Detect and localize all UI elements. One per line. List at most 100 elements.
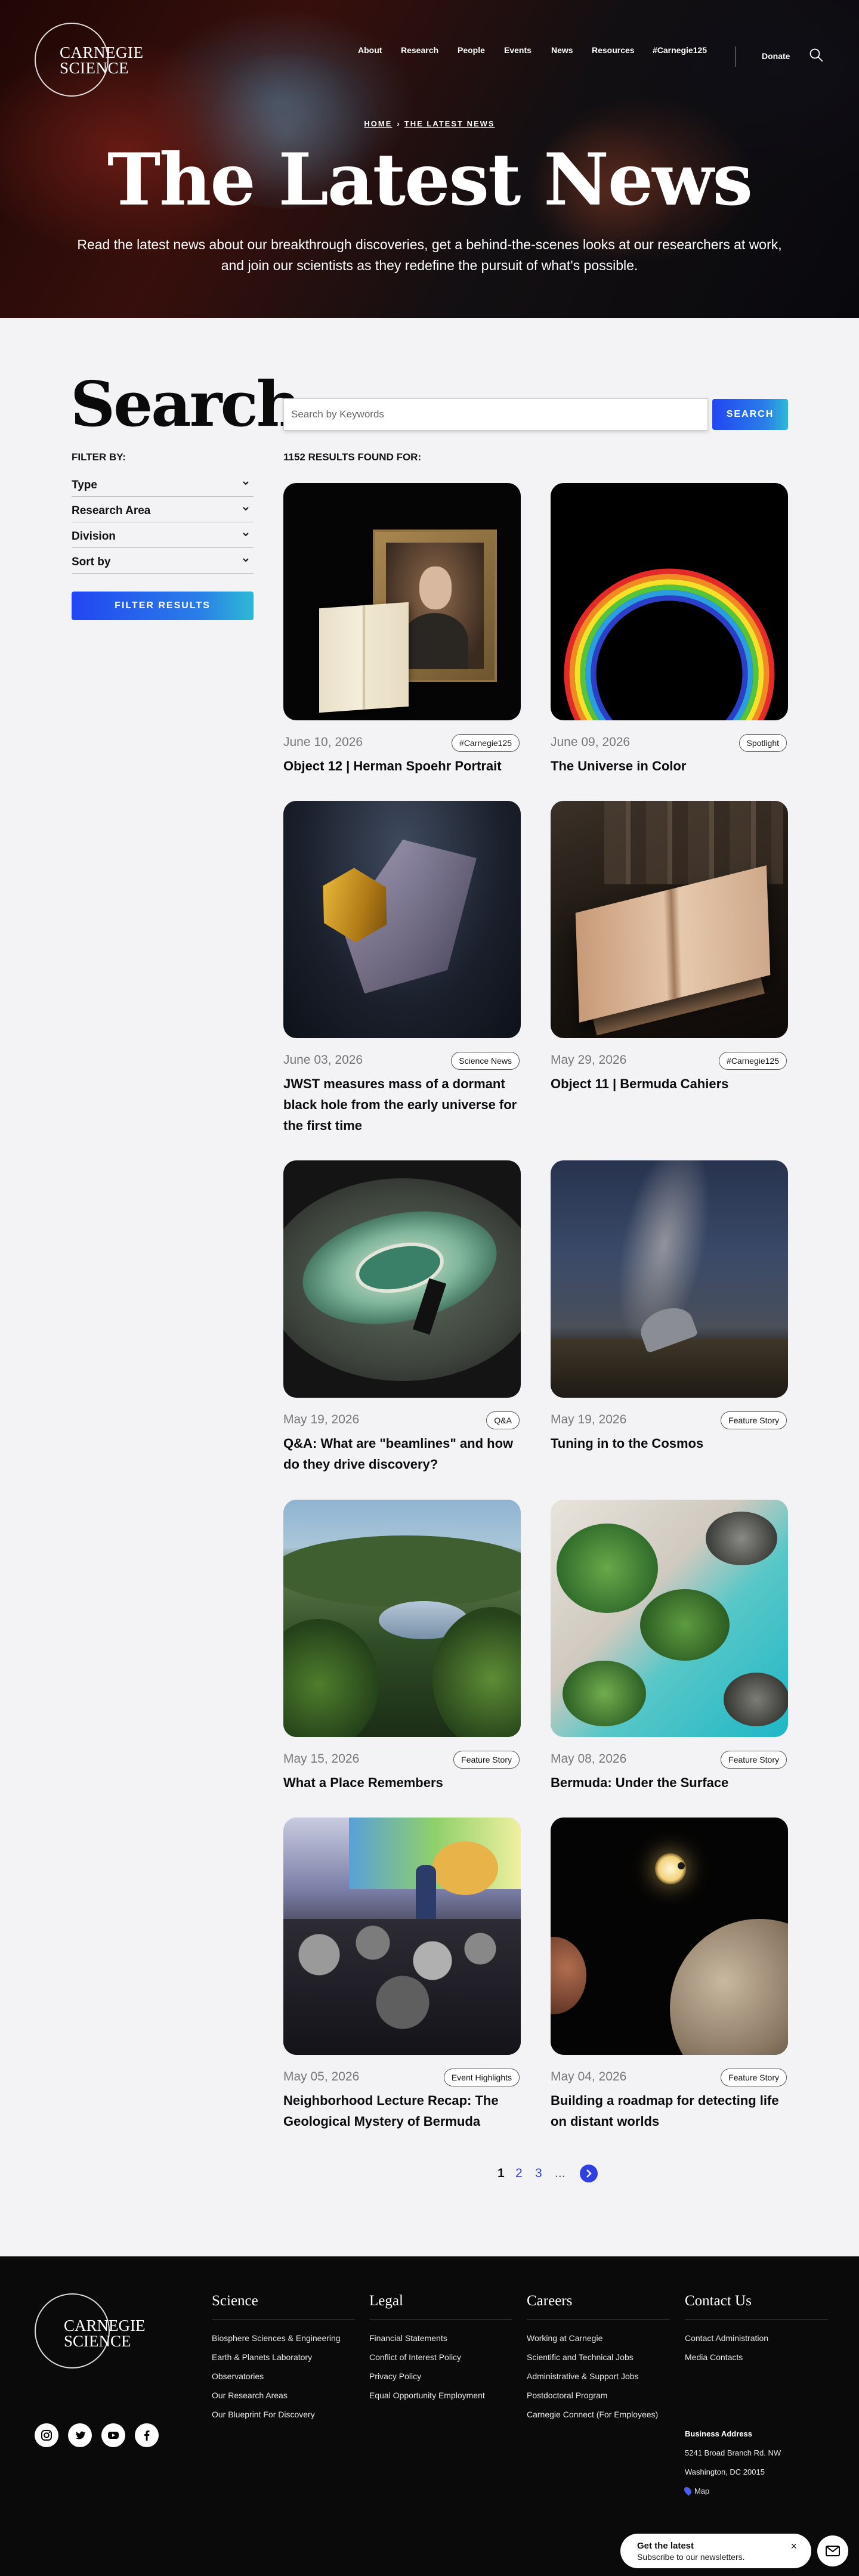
map-link[interactable]: Map bbox=[682, 2482, 781, 2501]
page-2[interactable]: 2 bbox=[515, 2165, 523, 2182]
nav-research[interactable]: Research bbox=[401, 45, 438, 55]
card-tag[interactable]: Q&A bbox=[486, 1411, 520, 1429]
card-tag[interactable]: Feature Story bbox=[721, 1751, 787, 1769]
footer-link[interactable]: Scientific and Technical Jobs bbox=[527, 2348, 670, 2367]
card-tag[interactable]: Feature Story bbox=[721, 2069, 787, 2086]
filter-sort-by[interactable]: Sort by bbox=[72, 549, 254, 574]
footer-heading: Science bbox=[212, 2292, 355, 2320]
card-date: May 05, 2026 bbox=[283, 2070, 360, 2083]
card-date: May 15, 2026 bbox=[283, 1752, 360, 1766]
card-image[interactable] bbox=[551, 801, 788, 1038]
card-image[interactable] bbox=[551, 1500, 788, 1737]
hero-subtitle-line2: and join our scientists as they redefine… bbox=[221, 258, 638, 273]
youtube-icon[interactable] bbox=[101, 2423, 125, 2447]
twitter-icon[interactable] bbox=[68, 2423, 92, 2447]
footer-logo-line1: CARNEGIE bbox=[64, 2317, 146, 2334]
card-title[interactable]: The Universe in Color bbox=[551, 756, 788, 776]
filter-research-area[interactable]: Research Area bbox=[72, 497, 254, 522]
footer-link[interactable]: Privacy Policy bbox=[369, 2367, 512, 2386]
footer-logo-text[interactable]: CARNEGIE SCIENCE bbox=[64, 2318, 146, 2349]
pagination: 1 2 3 ... bbox=[0, 2165, 859, 2182]
business-address: Business Address 5241 Broad Branch Rd. N… bbox=[682, 2425, 781, 2501]
next-page-button[interactable] bbox=[580, 2165, 598, 2182]
nav-events[interactable]: Events bbox=[504, 45, 532, 55]
card-title[interactable]: What a Place Remembers bbox=[283, 1772, 521, 1793]
card-date: May 29, 2026 bbox=[551, 1053, 627, 1067]
footer-link[interactable]: Our Blueprint For Discovery bbox=[212, 2405, 355, 2424]
card-title[interactable]: Tuning in to the Cosmos bbox=[551, 1433, 788, 1454]
facebook-icon[interactable] bbox=[135, 2423, 159, 2447]
card-image[interactable] bbox=[283, 483, 521, 720]
address-label: Business Address bbox=[685, 2429, 752, 2438]
nav-news[interactable]: News bbox=[551, 45, 573, 55]
search-input[interactable]: Search by Keywords bbox=[283, 398, 708, 431]
mail-icon bbox=[826, 2546, 840, 2556]
footer-link[interactable]: Conflict of Interest Policy bbox=[369, 2348, 512, 2367]
filter-division[interactable]: Division bbox=[72, 523, 254, 548]
nav-divider bbox=[735, 47, 736, 67]
filter-type[interactable]: Type bbox=[72, 472, 254, 497]
card-tag[interactable]: Feature Story bbox=[721, 1411, 787, 1429]
footer-link[interactable]: Financial Statements bbox=[369, 2329, 512, 2348]
card-title[interactable]: Q&A: What are "beamlines" and how do the… bbox=[283, 1433, 521, 1475]
card-title[interactable]: Object 11 | Bermuda Cahiers bbox=[551, 1073, 788, 1094]
card-title[interactable]: JWST measures mass of a dormant black ho… bbox=[283, 1073, 521, 1136]
page-1[interactable]: 1 bbox=[498, 2165, 505, 2182]
footer-link[interactable]: Our Research Areas bbox=[212, 2386, 355, 2405]
footer-link[interactable]: Earth & Planets Laboratory bbox=[212, 2348, 355, 2367]
card-image[interactable] bbox=[551, 483, 788, 720]
card-tag[interactable]: Science News bbox=[451, 1052, 520, 1070]
card-tag[interactable]: Feature Story bbox=[453, 1751, 520, 1769]
card-tag[interactable]: #Carnegie125 bbox=[719, 1052, 787, 1070]
logo-text[interactable]: CARNEGIE SCIENCE bbox=[60, 45, 144, 76]
hero-subtitle-line1: Read the latest news about our breakthro… bbox=[77, 237, 782, 252]
nav-carnegie125[interactable]: #Carnegie125 bbox=[653, 45, 707, 55]
nav-about[interactable]: About bbox=[358, 45, 382, 55]
logo-line2: SCIENCE bbox=[60, 59, 129, 77]
card-image[interactable] bbox=[283, 1500, 521, 1737]
card-title[interactable]: Object 12 | Herman Spoehr Portrait bbox=[283, 756, 521, 776]
newsletter-title: Get the latest bbox=[637, 2541, 694, 2551]
footer-link[interactable]: Carnegie Connect (For Employees) bbox=[527, 2405, 670, 2424]
footer-heading: Legal bbox=[369, 2292, 512, 2320]
card-tag[interactable]: Spotlight bbox=[739, 734, 787, 752]
footer-link[interactable]: Equal Opportunity Employment bbox=[369, 2386, 512, 2405]
card-date: June 03, 2026 bbox=[283, 1053, 363, 1067]
nav-people[interactable]: People bbox=[458, 45, 485, 55]
donate-link[interactable]: Donate bbox=[762, 51, 790, 61]
card-tag[interactable]: Event Highlights bbox=[443, 2069, 520, 2086]
breadcrumb-home[interactable]: HOME bbox=[364, 119, 392, 128]
footer-link[interactable]: Working at Carnegie bbox=[527, 2329, 670, 2348]
card-image[interactable] bbox=[551, 1818, 788, 2055]
footer-link[interactable]: Postdoctoral Program bbox=[527, 2386, 670, 2405]
search-icon[interactable] bbox=[809, 48, 824, 63]
nav-resources[interactable]: Resources bbox=[592, 45, 635, 55]
footer-link[interactable]: Media Contacts bbox=[685, 2348, 828, 2367]
close-icon[interactable]: × bbox=[790, 2541, 797, 2552]
site-footer: CARNEGIE SCIENCE Science Biosphere Scien… bbox=[0, 2256, 859, 2576]
newsletter-popup[interactable]: Get the latest Subscribe to our newslett… bbox=[620, 2534, 811, 2568]
mail-button[interactable] bbox=[817, 2535, 848, 2566]
breadcrumb-current[interactable]: THE LATEST NEWS bbox=[404, 119, 495, 128]
card-date: May 04, 2026 bbox=[551, 2070, 627, 2083]
card-image[interactable] bbox=[283, 1818, 521, 2055]
footer-link[interactable]: Observatories bbox=[212, 2367, 355, 2386]
footer-link[interactable]: Biosphere Sciences & Engineering bbox=[212, 2329, 355, 2348]
card-image[interactable] bbox=[283, 1160, 521, 1398]
map-pin-icon bbox=[682, 2485, 693, 2496]
card-image[interactable] bbox=[283, 801, 521, 1038]
footer-link[interactable]: Contact Administration bbox=[685, 2329, 828, 2348]
search-button[interactable]: SEARCH bbox=[712, 399, 788, 430]
card-image[interactable] bbox=[551, 1160, 788, 1398]
card-title[interactable]: Building a roadmap for detecting life on… bbox=[551, 2090, 788, 2132]
card-tag[interactable]: #Carnegie125 bbox=[452, 734, 520, 752]
filter-sort-by-label: Sort by bbox=[72, 556, 111, 568]
breadcrumb: HOME › THE LATEST NEWS bbox=[0, 119, 859, 128]
page-3[interactable]: 3 bbox=[535, 2165, 542, 2182]
card-title[interactable]: Bermuda: Under the Surface bbox=[551, 1772, 788, 1793]
filter-results-button[interactable]: FILTER RESULTS bbox=[72, 592, 254, 620]
footer-col-science: Science Biosphere Sciences & Engineering… bbox=[212, 2292, 355, 2424]
instagram-icon[interactable] bbox=[35, 2423, 58, 2447]
footer-link[interactable]: Administrative & Support Jobs bbox=[527, 2367, 670, 2386]
card-title[interactable]: Neighborhood Lecture Recap: The Geologic… bbox=[283, 2090, 521, 2132]
